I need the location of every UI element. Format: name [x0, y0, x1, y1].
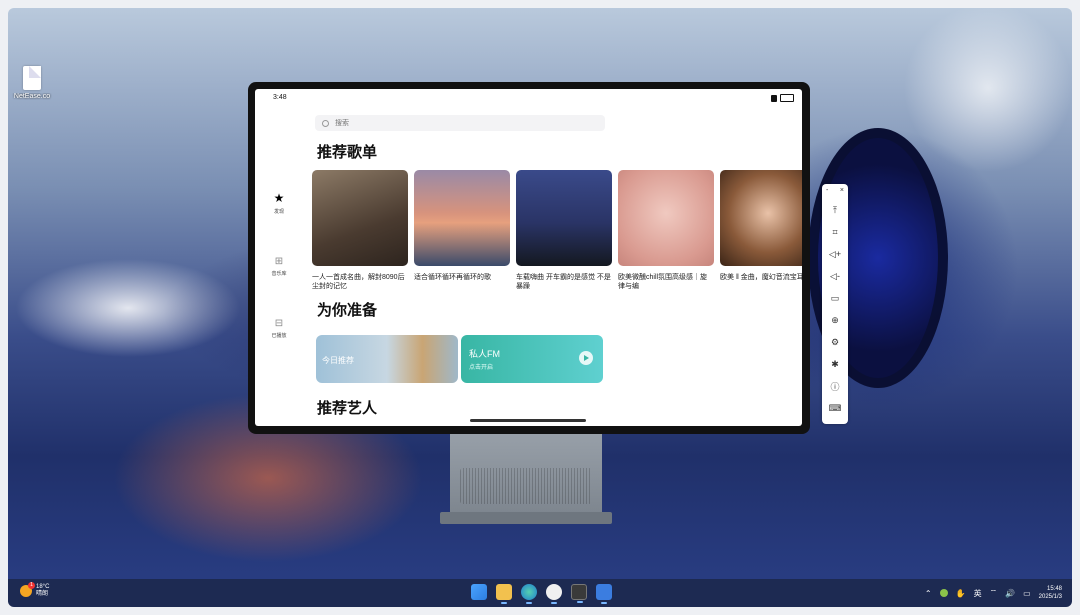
weather-temp: 18°C [36, 584, 50, 590]
nav-discover[interactable]: ★ 发现 [269, 189, 289, 215]
playlist-title: 适合循环循环再循环的歌 [414, 274, 491, 281]
section-title-for-you: 为你准备 [317, 302, 378, 319]
crop-icon[interactable]: ⌗ [822, 221, 848, 243]
file-icon [23, 66, 41, 90]
qq-icon[interactable] [546, 584, 562, 604]
taskbar-apps [471, 584, 612, 604]
weather-icon [20, 582, 35, 597]
time-text: 15:48 [1046, 586, 1062, 592]
emulator-icon[interactable] [596, 584, 612, 604]
nav-played[interactable]: ⊟ 已播放 [269, 313, 289, 339]
monitor-stand [450, 426, 602, 516]
wifi-icon[interactable]: ⌔ [990, 588, 998, 598]
playlist-cover [312, 170, 408, 266]
search-bar[interactable] [315, 115, 605, 131]
weather-widget[interactable]: 18°C 晴朗 [20, 582, 50, 598]
playlist-card[interactable]: 车载嗨曲 开车霸的是感觉 不是暴躁 [516, 170, 612, 290]
weather-desc: 晴朗 [36, 591, 49, 597]
status-icons [771, 94, 794, 102]
volume-up-icon[interactable]: ◁+ [822, 243, 848, 265]
nav-library[interactable]: ⊞ 音乐库 [269, 251, 289, 277]
desktop-file-name: NetEase.co [13, 93, 51, 100]
play-icon[interactable] [579, 351, 593, 365]
globe-icon[interactable]: ⊕ [822, 309, 848, 331]
date-text: 2025/1/3 [1038, 594, 1062, 600]
bug-icon[interactable]: ✱ [822, 353, 848, 375]
playlist-cover [516, 170, 612, 266]
search-icon [322, 119, 329, 127]
playlist-card[interactable]: 适合循环循环再循环的歌 [414, 170, 510, 282]
volume-down-icon[interactable]: ◁- [822, 265, 848, 287]
volume-icon[interactable]: 🔊 [1005, 589, 1015, 598]
star-icon: ★ [273, 191, 285, 205]
monitor-base [440, 512, 612, 524]
rotate-icon[interactable]: ▭ [822, 287, 848, 309]
section-title-artists: 推荐艺人 [317, 400, 378, 417]
battery-icon[interactable]: ▭ [1023, 589, 1031, 598]
battery-icon [780, 94, 794, 102]
home-indicator[interactable] [470, 419, 586, 422]
info-icon[interactable]: ⓘ [822, 375, 848, 397]
clock[interactable]: 15:48 2025/1/3 [1039, 585, 1062, 601]
wechat-icon[interactable] [939, 589, 948, 597]
playlist-title: 一人一首成名曲，解封8090后尘封的记忆 [312, 274, 405, 290]
playlist-card[interactable]: 欧美 ‖ 金曲，魔幻音流宝耳畔 [720, 170, 802, 282]
speaker-grill [460, 468, 592, 504]
notification-icon [771, 94, 777, 102]
playlist-title: 车载嗨曲 开车霸的是感觉 不是暴躁 [516, 274, 611, 290]
music-app: 3:48 ★ 发现 ⊞ 音乐库 ⊟ 已播放 推荐歌单 一人一首成名曲，解封809… [255, 89, 802, 426]
playlist-cover [414, 170, 510, 266]
playlist-card[interactable]: 欧美微醺chill氛围高级感｜旋律与编 [618, 170, 714, 290]
grid-icon: ⊞ [274, 256, 284, 267]
minimize-icon[interactable]: - [826, 187, 828, 199]
keyboard-icon[interactable]: ⌨ [822, 397, 848, 419]
daily-recommend-label: 今日推荐 [322, 356, 354, 365]
file-explorer-icon[interactable] [496, 584, 512, 604]
private-fm-card[interactable]: 私人FM 点击开启 [461, 335, 603, 383]
playlist-title: 欧美 ‖ 金曲，魔幻音流宝耳畔 [720, 274, 802, 281]
private-fm-title: 私人FM [469, 349, 500, 359]
terminal-icon[interactable] [571, 584, 587, 603]
nav-label: 音乐库 [271, 271, 287, 277]
status-time: 3:48 [273, 94, 287, 101]
playlist-card[interactable]: 一人一首成名曲，解封8090后尘封的记忆 [312, 170, 408, 290]
search-input[interactable] [333, 118, 537, 128]
system-tray: ⌃ ✋ 英 ⌔ 🔊 ▭ 15:48 2025/1/3 [925, 585, 1062, 601]
taskbar: 18°C 晴朗 ⌃ ✋ 英 ⌔ 🔊 ▭ 15:48 2025/1/3 [8, 579, 1072, 607]
settings-icon[interactable]: ⚙ [822, 331, 848, 353]
hand-icon[interactable]: ✋ [956, 589, 966, 598]
playlist-title: 欧美微醺chill氛围高级感｜旋律与编 [618, 274, 708, 290]
pin-top-icon[interactable]: ⤒ [822, 199, 848, 221]
nav-label: 发现 [273, 209, 284, 215]
nav-label: 已播放 [271, 333, 287, 339]
section-title-playlists: 推荐歌单 [317, 144, 378, 161]
playlist-cover [720, 170, 802, 266]
close-icon[interactable]: × [840, 187, 844, 199]
daily-recommend-card[interactable]: 今日推荐 [316, 335, 458, 383]
windows-start-icon[interactable] [471, 584, 487, 600]
chevron-up-icon[interactable]: ⌃ [925, 589, 932, 598]
playlist-cover [618, 170, 714, 266]
edge-browser-icon[interactable] [521, 584, 537, 604]
emulator-toolbar: - × ⤒ ⌗ ◁+ ◁- ▭ ⊕ ⚙ ✱ ⓘ ⌨ [822, 184, 848, 424]
library-icon: ⊟ [274, 318, 284, 329]
emulator-screen: 3:48 ★ 发现 ⊞ 音乐库 ⊟ 已播放 推荐歌单 一人一首成名曲，解封809… [248, 82, 810, 434]
ime-indicator[interactable]: 英 [974, 588, 982, 599]
playlist-carousel: 一人一首成名曲，解封8090后尘封的记忆 适合循环循环再循环的歌 车载嗨曲 开车… [312, 170, 802, 290]
private-fm-subtitle: 点击开启 [469, 365, 494, 371]
desktop-file[interactable]: NetEase.co [8, 66, 56, 100]
